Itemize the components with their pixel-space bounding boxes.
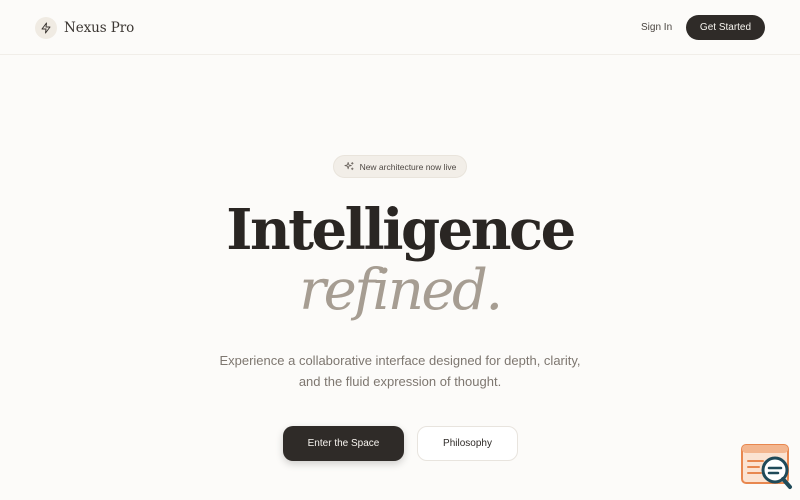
brand-logo[interactable]: Nexus Pro — [35, 16, 134, 40]
enter-space-button[interactable]: Enter the Space — [283, 426, 404, 461]
announcement-badge[interactable]: New architecture now live — [333, 155, 467, 178]
sign-in-link[interactable]: Sign In — [641, 20, 672, 36]
lightning-icon — [35, 17, 57, 39]
sparkle-icon — [344, 161, 355, 172]
hero-subtitle: Experience a collaborative interface des… — [200, 350, 600, 392]
hero-headline-accent: refined. — [299, 258, 503, 323]
brand-name: Nexus Pro — [64, 20, 135, 36]
hero-headline: Intelligence — [226, 197, 576, 263]
top-navbar: Nexus Pro Sign In Get Started — [0, 0, 800, 55]
hero-subtitle-line-1: Experience a collaborative interface des… — [219, 353, 581, 368]
announcement-text: New architecture now live — [359, 161, 457, 172]
search-chat-icon[interactable] — [741, 444, 793, 490]
hero-subtitle-line-2: and the fluid expression of thought. — [298, 374, 502, 389]
get-started-button[interactable]: Get Started — [686, 15, 765, 40]
philosophy-button[interactable]: Philosophy — [417, 426, 518, 461]
